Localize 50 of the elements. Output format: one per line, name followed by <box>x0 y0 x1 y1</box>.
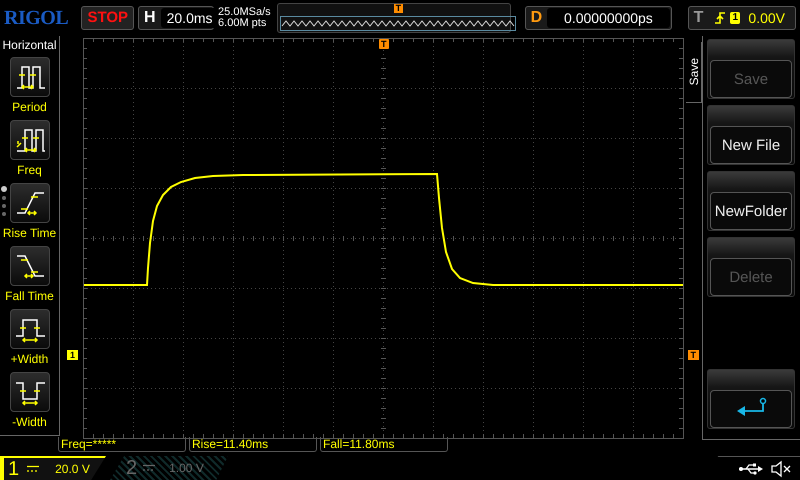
sample-rate: 25.0MSa/s <box>218 7 271 18</box>
measure-label: Rise Time <box>2 226 56 240</box>
measure-button[interactable] <box>10 372 50 412</box>
measure-button[interactable] <box>10 120 50 160</box>
trigger-level: 0.00V <box>748 10 785 26</box>
measure-button[interactable] <box>10 57 50 97</box>
measure-label: -Width <box>12 415 47 429</box>
trigger-source-badge: 1 <box>730 12 740 24</box>
dc-coupling-icon <box>143 464 156 472</box>
channel-number: 2 <box>126 456 138 480</box>
measure-label: Freq <box>17 163 42 177</box>
memory-depth: 6.00M pts <box>218 18 268 29</box>
channel-tab[interactable]: 1 20.0 V <box>0 456 106 480</box>
menu-title: Horizontal <box>2 38 57 52</box>
channel-number: 1 <box>8 458 20 480</box>
speaker-muted-icon <box>770 460 792 478</box>
measure-label: Period <box>12 100 47 114</box>
brand-logo: RIGOL <box>4 6 70 30</box>
measure-button[interactable] <box>10 183 50 223</box>
run-stop-indicator[interactable]: STOP <box>81 6 134 30</box>
trigger-position-marker: T <box>394 4 404 13</box>
trigger-position-marker[interactable]: T <box>379 39 388 49</box>
timebase-key: H <box>139 9 161 27</box>
measurement-result: Rise=11.40ms <box>189 437 317 452</box>
dc-coupling-icon <box>27 465 40 473</box>
delay-value: 0.00000000ps <box>547 8 670 28</box>
channel-scale: 20.0 V <box>55 462 90 476</box>
measure-label: Fall Time <box>5 289 54 303</box>
page-indicator-dot[interactable] <box>2 212 6 216</box>
page-indicator-dot[interactable] <box>1 186 7 192</box>
trigger-key: T <box>688 9 708 27</box>
delay-key: D <box>526 9 548 27</box>
channel-scale: 1.00 V <box>169 461 204 475</box>
softkey-button[interactable] <box>707 369 795 429</box>
channel-offset-marker[interactable]: 1 <box>67 350 78 360</box>
rising-edge-icon <box>714 10 726 26</box>
usb-icon <box>738 462 764 476</box>
measure-label: +Width <box>10 352 48 366</box>
page-indicator-dot[interactable] <box>2 196 6 200</box>
waveform-overview-icon <box>280 16 516 31</box>
page-indicator-dot[interactable] <box>2 204 6 208</box>
measurement-result: Freq=***** <box>58 437 186 452</box>
softkey-button[interactable]: New File <box>707 105 795 165</box>
softkey-button[interactable]: NewFolder <box>707 171 795 231</box>
channel-tab[interactable]: 2 1.00 V <box>110 456 228 480</box>
measurement-result: Fall=11.80ms <box>320 437 448 452</box>
measure-button[interactable] <box>10 246 50 286</box>
trigger-level-marker[interactable]: T <box>688 350 699 360</box>
menu-title: Save <box>686 58 700 86</box>
measure-button[interactable] <box>10 309 50 349</box>
